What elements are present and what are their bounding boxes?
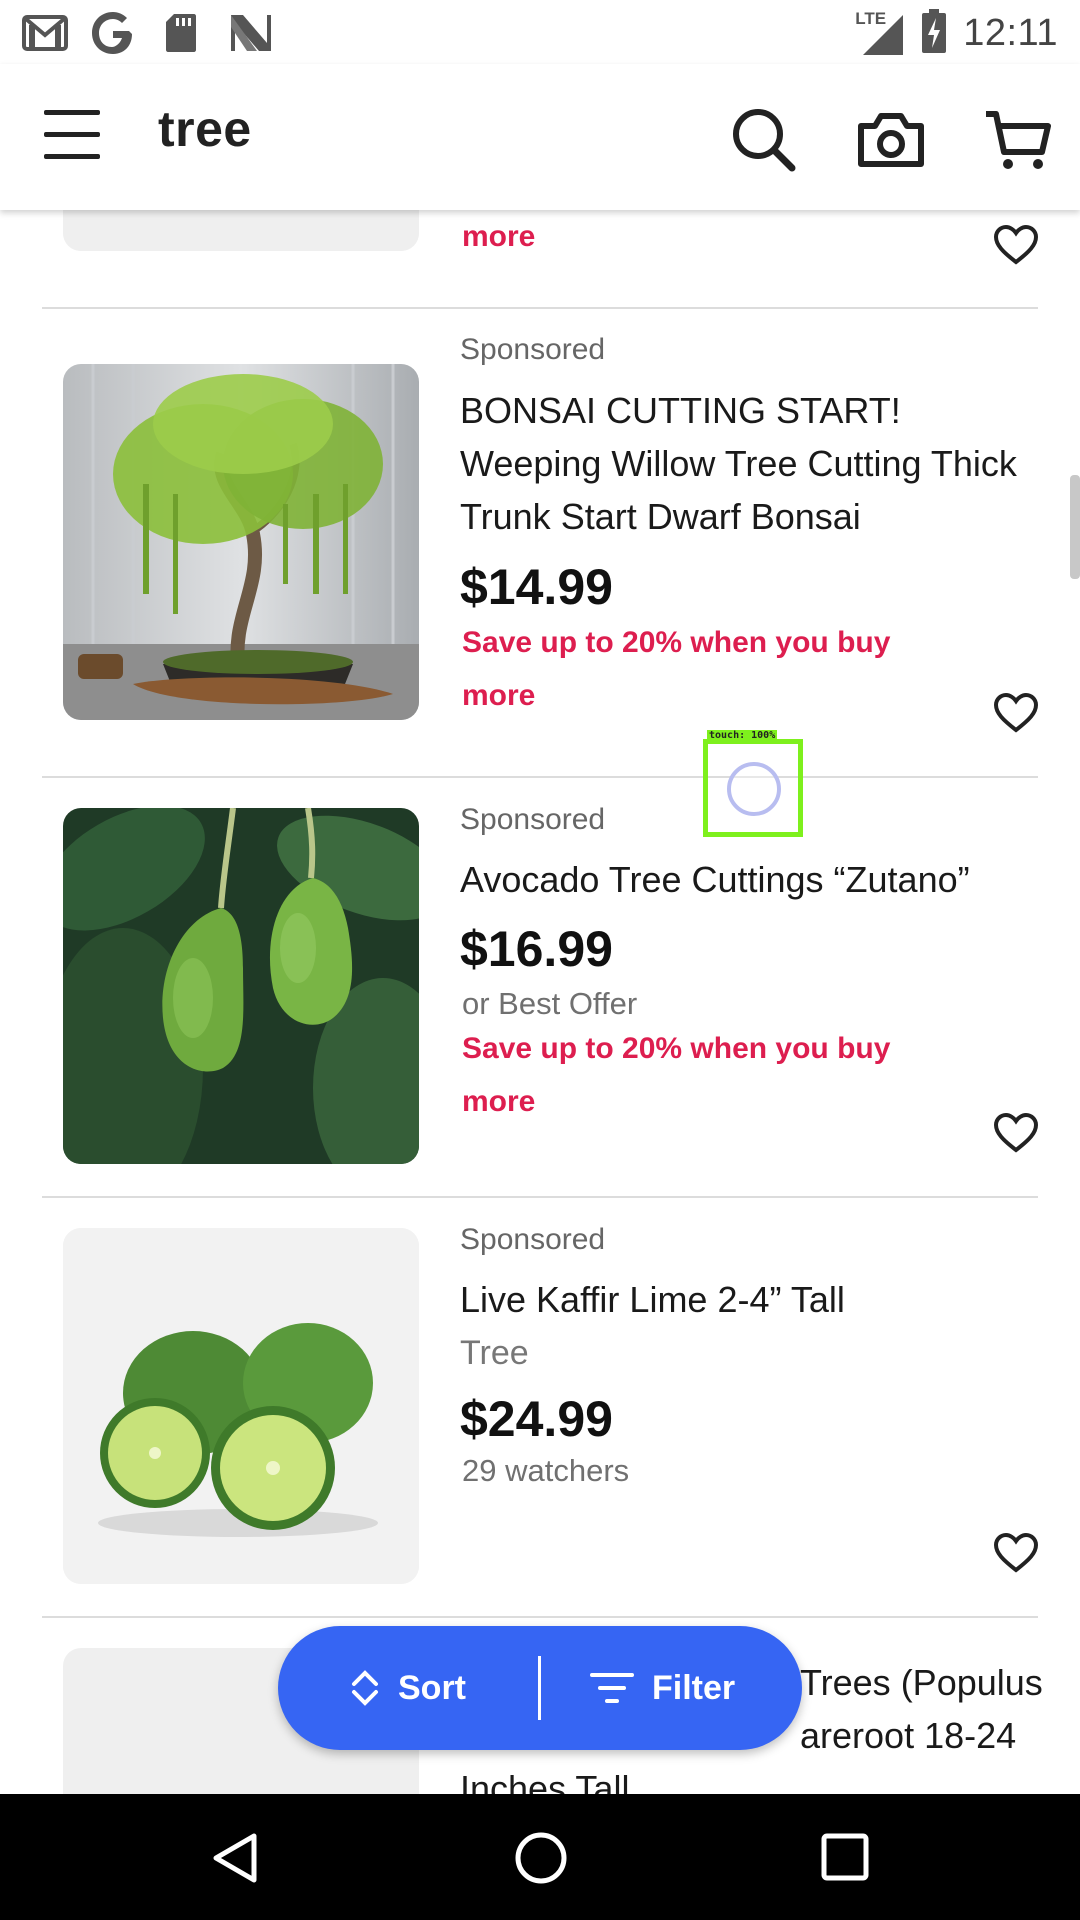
watchers-count: 29 watchers [462, 1453, 630, 1488]
item-price: $24.99 [460, 1391, 613, 1447]
item-subtitle: Tree [460, 1334, 529, 1372]
filter-icon [590, 1673, 634, 1703]
touch-label: touch: 100% [707, 730, 778, 741]
recents-icon[interactable] [820, 1832, 870, 1887]
best-offer-label: or Best Offer [462, 986, 638, 1021]
item-image[interactable] [63, 1228, 419, 1584]
lte-signal-icon: LTE [855, 8, 905, 57]
sort-icon [352, 1670, 378, 1706]
item-title[interactable]: Avocado Tree Cuttings “Zutano” [460, 853, 1040, 906]
divider [42, 1196, 1038, 1198]
item-price: $14.99 [460, 559, 613, 615]
sponsored-label: Sponsored [460, 333, 606, 366]
item-title-part[interactable]: Trees (Populus [800, 1656, 1060, 1709]
watch-heart-icon[interactable] [993, 1112, 1039, 1154]
network-type: LTE [855, 8, 887, 28]
google-icon [90, 10, 136, 56]
item-price: $16.99 [460, 921, 613, 977]
filter-button[interactable]: Filter [590, 1626, 735, 1750]
promo-text: Save up to 20% when you buy more [462, 1032, 891, 1118]
sort-label: Sort [398, 1668, 466, 1707]
watch-heart-icon[interactable] [993, 1532, 1039, 1574]
touch-highlight-box [703, 739, 803, 837]
sponsored-label: Sponsored [460, 1223, 606, 1256]
cart-icon[interactable] [982, 104, 1054, 176]
divider [42, 307, 1038, 309]
item-title[interactable]: Live Kaffir Lime 2-4” Tall [460, 1273, 1040, 1326]
navigation-bar [0, 1794, 1080, 1920]
search-icon[interactable] [728, 104, 800, 176]
divider [42, 1616, 1038, 1618]
item-title-part[interactable]: Inches Tall [460, 1762, 1040, 1794]
app-bar: tree [0, 64, 1080, 210]
watch-heart-icon[interactable] [993, 692, 1039, 734]
promo-text: Save up to 20% when you buy more [462, 626, 891, 712]
item-title-part[interactable]: areroot 18-24 [800, 1709, 1060, 1762]
menu-icon[interactable] [44, 110, 100, 162]
n-icon [226, 10, 272, 56]
item-image[interactable] [63, 364, 419, 720]
item-title[interactable]: BONSAI CUTTING START! Weeping Willow Tre… [460, 384, 1040, 543]
item-image[interactable] [63, 808, 419, 1164]
scrollbar[interactable] [1070, 475, 1080, 579]
search-results-list[interactable]: more Sponsored BONSAI CUTTING START! Wee… [0, 210, 1080, 1794]
back-icon[interactable] [210, 1832, 260, 1889]
home-icon[interactable] [513, 1830, 569, 1891]
camera-icon[interactable] [855, 104, 927, 176]
sponsored-label: Sponsored [460, 803, 606, 836]
sort-filter-bar: Sort Filter [278, 1626, 802, 1750]
sort-button[interactable]: Sort [350, 1626, 466, 1750]
item-image[interactable] [63, 210, 419, 251]
divider [42, 776, 1038, 778]
gmail-icon [22, 10, 68, 56]
divider [538, 1656, 541, 1720]
search-query-title[interactable]: tree [158, 100, 252, 158]
clock: 12:11 [963, 12, 1058, 54]
battery-charging-icon [921, 8, 947, 59]
promo-text: more [462, 220, 536, 253]
sd-card-icon [158, 10, 204, 56]
watch-heart-icon[interactable] [993, 224, 1039, 266]
status-bar: LTE 12:11 [0, 0, 1080, 64]
filter-label: Filter [652, 1668, 736, 1707]
